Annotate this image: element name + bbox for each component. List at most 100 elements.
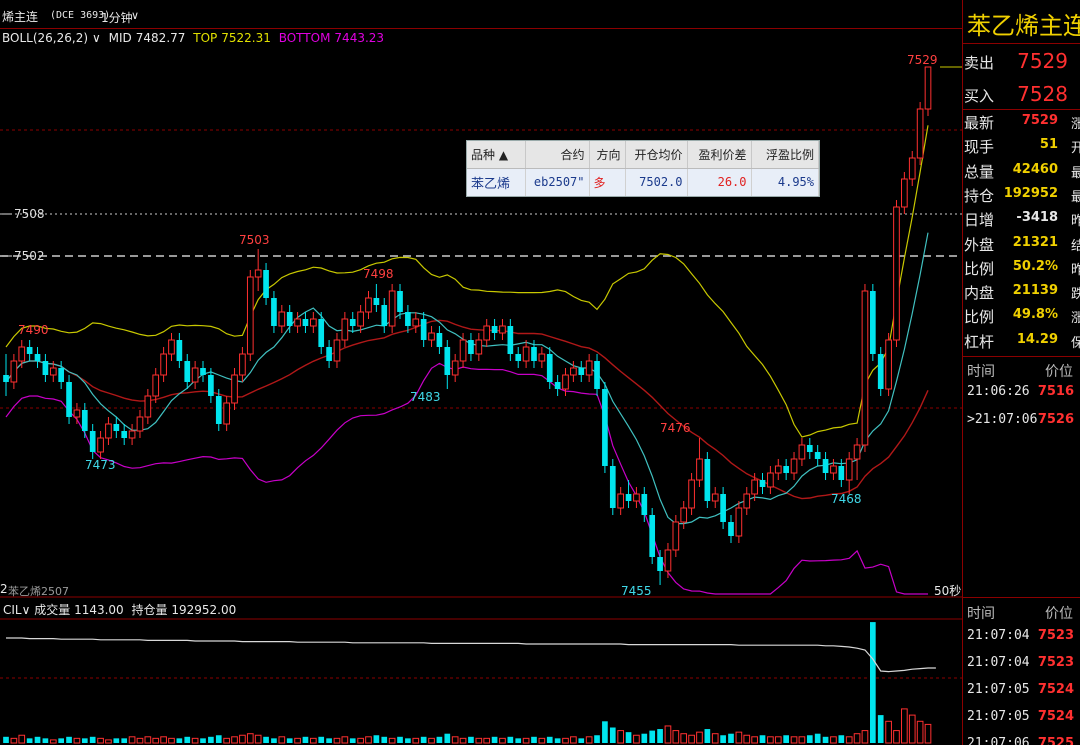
- chart-area[interactable]: 烯主连 (DCE 3693) 1分钟 ∨ BOLL(26,26,2) ∨ MID 7…: [0, 0, 962, 745]
- volume-bar: [790, 736, 798, 744]
- open-interest-line: [6, 637, 936, 673]
- volume-bar: [263, 736, 269, 743]
- candle-body: [672, 521, 680, 551]
- candle-body: [309, 318, 317, 327]
- col-header-profit-diff[interactable]: 盈利价差: [687, 141, 752, 169]
- volume-bar: [412, 737, 420, 744]
- volume-bar: [200, 738, 206, 743]
- candle-body: [507, 326, 514, 354]
- volume-bar: [475, 737, 483, 744]
- candle-body: [271, 298, 277, 326]
- sell-price[interactable]: 7529: [1017, 49, 1068, 73]
- candle-body: [144, 395, 152, 418]
- quote-stat-value: 14.29: [1016, 331, 1058, 347]
- volume-bar: [144, 736, 152, 744]
- volume-bar: [42, 738, 49, 743]
- table-row[interactable]: 苯乙烯 eb2507" 多 7502.0 26.0 4.95%: [467, 168, 819, 196]
- col-header-contract[interactable]: 合约: [525, 141, 590, 169]
- volume-bar: [81, 738, 88, 743]
- candle-body: [81, 410, 88, 431]
- boll-name[interactable]: BOLL(26,26,2): [2, 31, 88, 45]
- boll-bottom-line: [5, 362, 928, 595]
- volume-bar: [231, 736, 238, 744]
- chevron-down-icon[interactable]: ∨: [92, 31, 101, 45]
- volume-bar: [783, 735, 789, 743]
- candle-body: [215, 396, 222, 424]
- cell-open-price: 7502.0: [625, 168, 688, 196]
- candle-body: [861, 290, 869, 446]
- candle-body: [128, 430, 136, 439]
- tick-time: 21:07:06: [967, 736, 1030, 745]
- candle-body: [885, 339, 892, 390]
- position-table[interactable]: 品种 ▲ 合约 方向 开仓均价 盈利价差 浮盈比例 苯乙烯 eb2507" 多 …: [466, 140, 820, 197]
- candle-body: [349, 319, 356, 326]
- candle-body: [491, 326, 498, 333]
- col-header-open-price[interactable]: 开仓均价: [625, 141, 688, 169]
- tick-price: 7524: [1037, 709, 1074, 724]
- candle-body: [870, 291, 876, 354]
- volume-bar: [680, 733, 688, 744]
- annotation-high: 7476: [660, 421, 691, 435]
- candle-body: [877, 354, 884, 389]
- candle-body: [751, 479, 758, 495]
- candle-body: [428, 332, 435, 341]
- volume-indicator-selector[interactable]: CIL∨: [3, 603, 30, 617]
- col-header-direction[interactable]: 方向: [589, 141, 626, 169]
- quote-stat-label: 杠杆: [964, 332, 995, 351]
- volume-label: 成交量: [34, 603, 71, 617]
- annotation-high: 7529: [907, 53, 938, 67]
- volume-bar: [798, 736, 806, 744]
- quote-stat-value: 21139: [1012, 283, 1058, 299]
- volume-bar: [538, 737, 546, 744]
- candle-body: [901, 178, 908, 208]
- volume-bar: [720, 735, 726, 743]
- chevron-down-icon[interactable]: ∨: [131, 9, 139, 22]
- volume-bar: [908, 714, 916, 744]
- volume-bar: [357, 737, 364, 744]
- candle-body: [594, 361, 600, 389]
- col-header-profit-ratio[interactable]: 浮盈比例: [751, 141, 819, 169]
- fast-ma-line: [5, 232, 929, 525]
- volume-bar: [215, 735, 222, 743]
- annotation-low: 7483: [410, 390, 441, 404]
- buy-label: 买入: [964, 87, 995, 105]
- volume-bar: [26, 738, 33, 743]
- col-header-symbol[interactable]: 品种 ▲: [467, 141, 526, 169]
- candle-body: [89, 431, 96, 452]
- candlestick-chart[interactable]: [0, 0, 962, 745]
- volume-bar: [128, 736, 136, 744]
- mid-value: 7482.77: [135, 31, 186, 45]
- candle-body: [759, 480, 766, 487]
- candle-body: [728, 522, 734, 536]
- volume-bar: [759, 735, 766, 743]
- volume-bar: [428, 737, 435, 744]
- volume-bar: [562, 737, 569, 744]
- candle-body: [341, 318, 349, 341]
- volume-bar: [774, 736, 782, 744]
- buy-price[interactable]: 7528: [1017, 82, 1068, 106]
- volume-bar: [696, 731, 703, 744]
- candle-body: [853, 444, 861, 460]
- candle-body: [318, 319, 325, 347]
- volume-bar: [830, 736, 837, 744]
- footer-contract-label: 苯乙烯2507: [8, 585, 69, 598]
- candle-body: [578, 368, 585, 375]
- open-interest-label: 持仓量: [131, 603, 168, 617]
- candle-body: [546, 354, 553, 382]
- period-selector[interactable]: 1分钟: [101, 9, 133, 26]
- quote-stat-cut-label: 结: [1071, 238, 1080, 254]
- volume-bar: [309, 737, 317, 744]
- candle-body: [152, 374, 160, 397]
- volume-bar: [459, 737, 467, 744]
- candle-body: [451, 360, 459, 376]
- candle-body: [436, 333, 443, 347]
- candle-body: [814, 452, 821, 459]
- candle-body: [254, 269, 262, 278]
- volume-bar: [420, 736, 427, 743]
- candle-body: [357, 311, 364, 327]
- candle-body: [420, 319, 427, 340]
- candle-body: [633, 493, 640, 502]
- quote-stat-value: 51: [1039, 137, 1058, 153]
- volume-bar: [58, 738, 64, 743]
- quote-stat-value: 7529: [1021, 113, 1058, 128]
